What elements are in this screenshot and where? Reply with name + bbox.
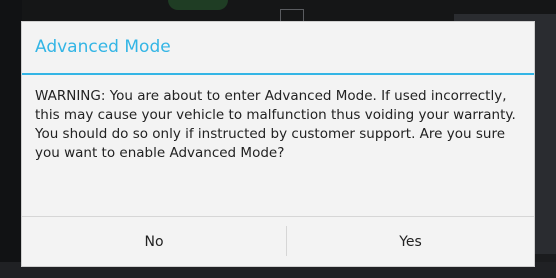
yes-button[interactable]: Yes bbox=[287, 217, 534, 266]
background-left-edge bbox=[0, 0, 22, 278]
title-divider bbox=[22, 73, 534, 75]
advanced-mode-dialog: Advanced Mode WARNING: You are about to … bbox=[22, 22, 534, 266]
dialog-message: WARNING: You are about to enter Advanced… bbox=[35, 88, 516, 161]
dialog-title: Advanced Mode bbox=[35, 37, 171, 57]
no-button[interactable]: No bbox=[22, 217, 286, 266]
background-indicator bbox=[168, 0, 228, 10]
